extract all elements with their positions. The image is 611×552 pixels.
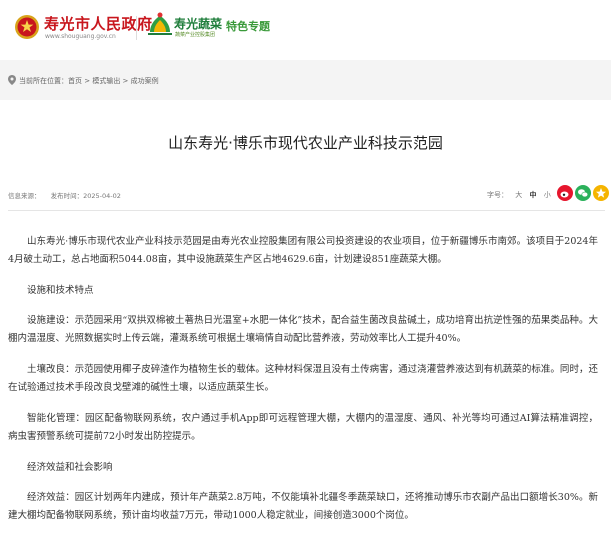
- meta-source: 信息来源：: [8, 192, 41, 200]
- article-title: 山东寿光·博乐市现代农业产业科技示范园: [168, 134, 443, 152]
- article-body: 山东寿光·博乐市现代农业产业科技示范园是由寿光农业控股集团有限公司投资建设的农业…: [8, 233, 598, 538]
- font-size-medium-button[interactable]: 中: [529, 191, 536, 199]
- font-size-large-button[interactable]: 大: [515, 191, 522, 199]
- meta-date: 发布时间：2025-04-02: [50, 192, 121, 200]
- meta-divider: [8, 210, 605, 211]
- vegetable-brand-name[interactable]: 寿光蔬菜: [174, 15, 222, 32]
- site-header: 寿光市人民政府 www.shouguang.gov.cn 寿光蔬菜 蔬菜产业控股…: [0, 0, 611, 56]
- qzone-share-icon[interactable]: [593, 185, 609, 201]
- font-size-small-button[interactable]: 小: [544, 191, 551, 199]
- paragraph-economy: 经济效益：园区计划两年内建成，预计年产蔬菜2.8万吨，不仅能填补北疆冬季蔬菜缺口…: [8, 492, 598, 521]
- paragraph-smart-management: 智能化管理：园区配备物联网系统，农户通过手机App即可远程管理大棚，大棚内的温湿…: [8, 413, 598, 442]
- site-url: www.shouguang.gov.cn: [45, 33, 116, 40]
- section-heading-facilities: 设施和技术特点: [27, 285, 94, 296]
- header-divider: [136, 16, 137, 40]
- paragraph-intro: 山东寿光·博乐市现代农业产业科技示范园是由寿光农业控股集团有限公司投资建设的农业…: [8, 236, 598, 265]
- font-size-control: 字号： 大 中 小: [487, 190, 556, 200]
- font-size-label: 字号：: [487, 191, 508, 199]
- paragraph-soil: 土壤改良：示范园使用椰子皮碎渣作为植物生长的载体。这种材料保湿且没有土传病害，通…: [8, 364, 598, 393]
- location-pin-icon: [8, 75, 16, 85]
- special-topic-link[interactable]: 特色专题: [226, 18, 270, 34]
- article-meta: 信息来源： 发布时间：2025-04-02: [8, 190, 129, 200]
- wechat-share-icon[interactable]: [575, 185, 591, 201]
- government-emblem-icon[interactable]: [14, 14, 40, 40]
- vegetable-brand-subtitle: 蔬菜产业控股集团: [175, 32, 216, 38]
- paragraph-facilities: 设施建设：示范园采用“双拱双棉被土著热日光温室+水肥一体化”技术，配合益生菌改良…: [8, 315, 598, 344]
- breadcrumb[interactable]: 当前所在位置：首页 > 模式输出 > 成功案例: [19, 76, 159, 86]
- vegetable-logo-icon[interactable]: [144, 10, 176, 40]
- weibo-share-icon[interactable]: [557, 185, 573, 201]
- section-heading-economy: 经济效益和社会影响: [27, 462, 113, 473]
